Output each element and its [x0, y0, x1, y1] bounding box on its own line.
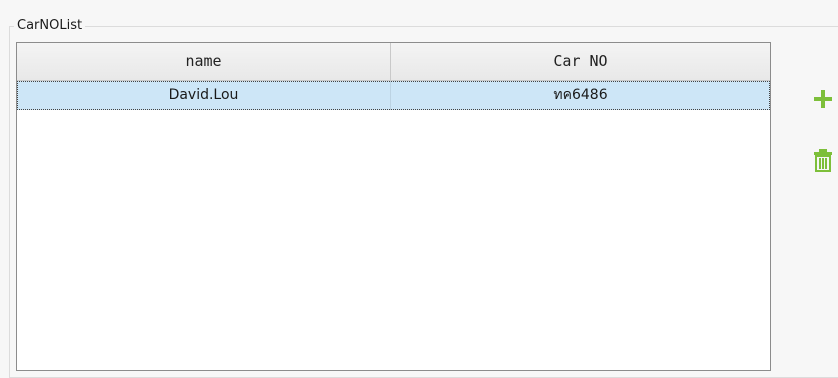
- group-title: CarNOList: [14, 17, 86, 34]
- plus-icon: [812, 88, 834, 114]
- table-header: name Car NO: [17, 43, 770, 81]
- cell-car-no[interactable]: ทค6486: [391, 81, 770, 110]
- column-header-car-no[interactable]: Car NO: [391, 43, 770, 80]
- add-button[interactable]: [806, 84, 838, 118]
- cell-name[interactable]: David.Lou: [17, 81, 391, 110]
- delete-button[interactable]: [806, 145, 838, 179]
- carno-table[interactable]: name Car NO David.Lou ทค6486: [16, 42, 771, 371]
- carno-list-panel: CarNOList name Car NO David.Lou ทค6486: [0, 0, 838, 378]
- trash-icon: [812, 148, 834, 176]
- table-row[interactable]: David.Lou ทค6486: [17, 81, 770, 110]
- column-header-name[interactable]: name: [17, 43, 391, 80]
